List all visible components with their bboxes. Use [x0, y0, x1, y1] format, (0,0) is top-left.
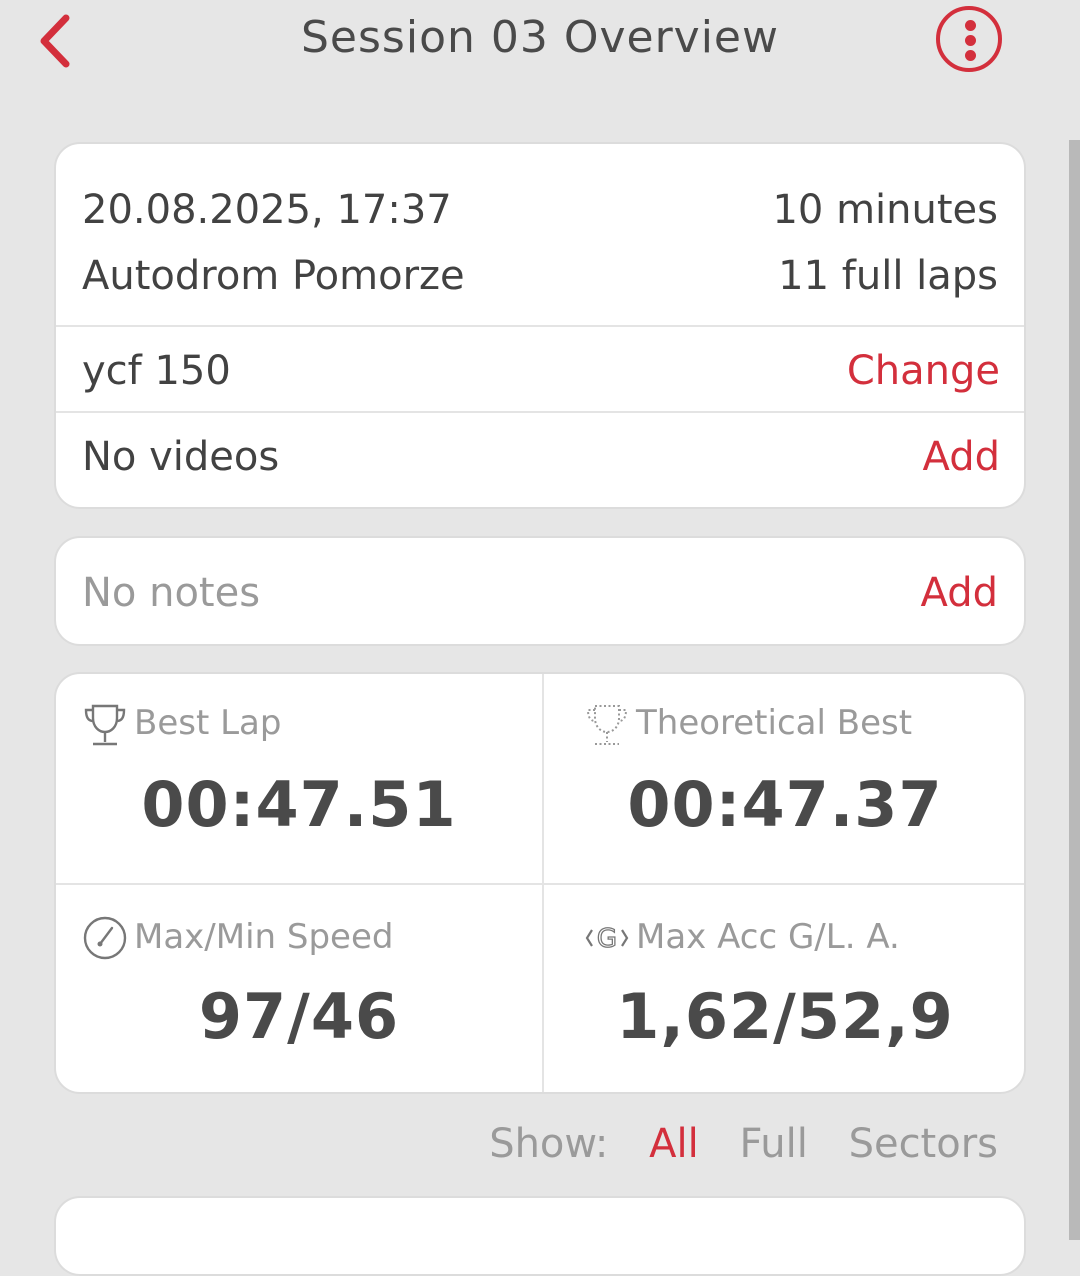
page-title: Session 03 Overview [301, 12, 779, 63]
more-options-button[interactable] [936, 6, 1002, 72]
session-info-card: 20.08.2025, 17:37 10 minutes Autodrom Po… [54, 142, 1026, 509]
add-note-button[interactable]: Add [921, 573, 998, 613]
svg-text:G: G [597, 924, 617, 954]
session-duration: 10 minutes [772, 187, 998, 233]
lap-filter: Show: All Full Sectors [489, 1124, 998, 1164]
theoretical-best-value: 00:47.37 [627, 768, 943, 841]
best-lap-label: Best Lap [134, 703, 282, 743]
scrollbar[interactable] [1069, 140, 1080, 1240]
max-min-speed-value: 97/46 [198, 980, 400, 1053]
g-force-icon: G [585, 923, 629, 955]
notes-card[interactable]: No notes Add [54, 536, 1026, 646]
speedometer-icon [83, 916, 127, 960]
videos-status: No videos [82, 434, 280, 480]
filter-sectors[interactable]: Sectors [849, 1121, 998, 1167]
trophy-icon [84, 704, 126, 746]
track-name: Autodrom Pomorze [82, 253, 465, 299]
change-vehicle-button[interactable]: Change [847, 351, 1000, 391]
max-min-speed-label: Max/Min Speed [134, 917, 394, 957]
theoretical-trophy-icon [586, 705, 628, 745]
vehicle-name: ycf 150 [82, 348, 231, 394]
session-datetime: 20.08.2025, 17:37 [82, 187, 452, 233]
best-lap-value: 00:47.51 [141, 768, 457, 841]
laps-card [54, 1196, 1026, 1276]
max-acc-label: Max Acc G/L. A. [636, 917, 900, 957]
lap-count: 11 full laps [778, 253, 998, 299]
filter-label: Show: [489, 1121, 609, 1167]
divider [56, 325, 1024, 327]
theoretical-best-label: Theoretical Best [636, 703, 913, 743]
divider [56, 411, 1024, 413]
notes-placeholder: No notes [82, 570, 261, 616]
filter-all[interactable]: All [649, 1121, 699, 1167]
add-video-button[interactable]: Add [923, 437, 1000, 477]
top-bar: Session 03 Overview [0, 0, 1080, 88]
stats-card: Best Lap 00:47.51 Theoretical Best 00:47… [54, 672, 1026, 1094]
divider [56, 883, 1024, 885]
max-acc-value: 1,62/52,9 [616, 980, 954, 1053]
filter-full[interactable]: Full [739, 1121, 807, 1167]
